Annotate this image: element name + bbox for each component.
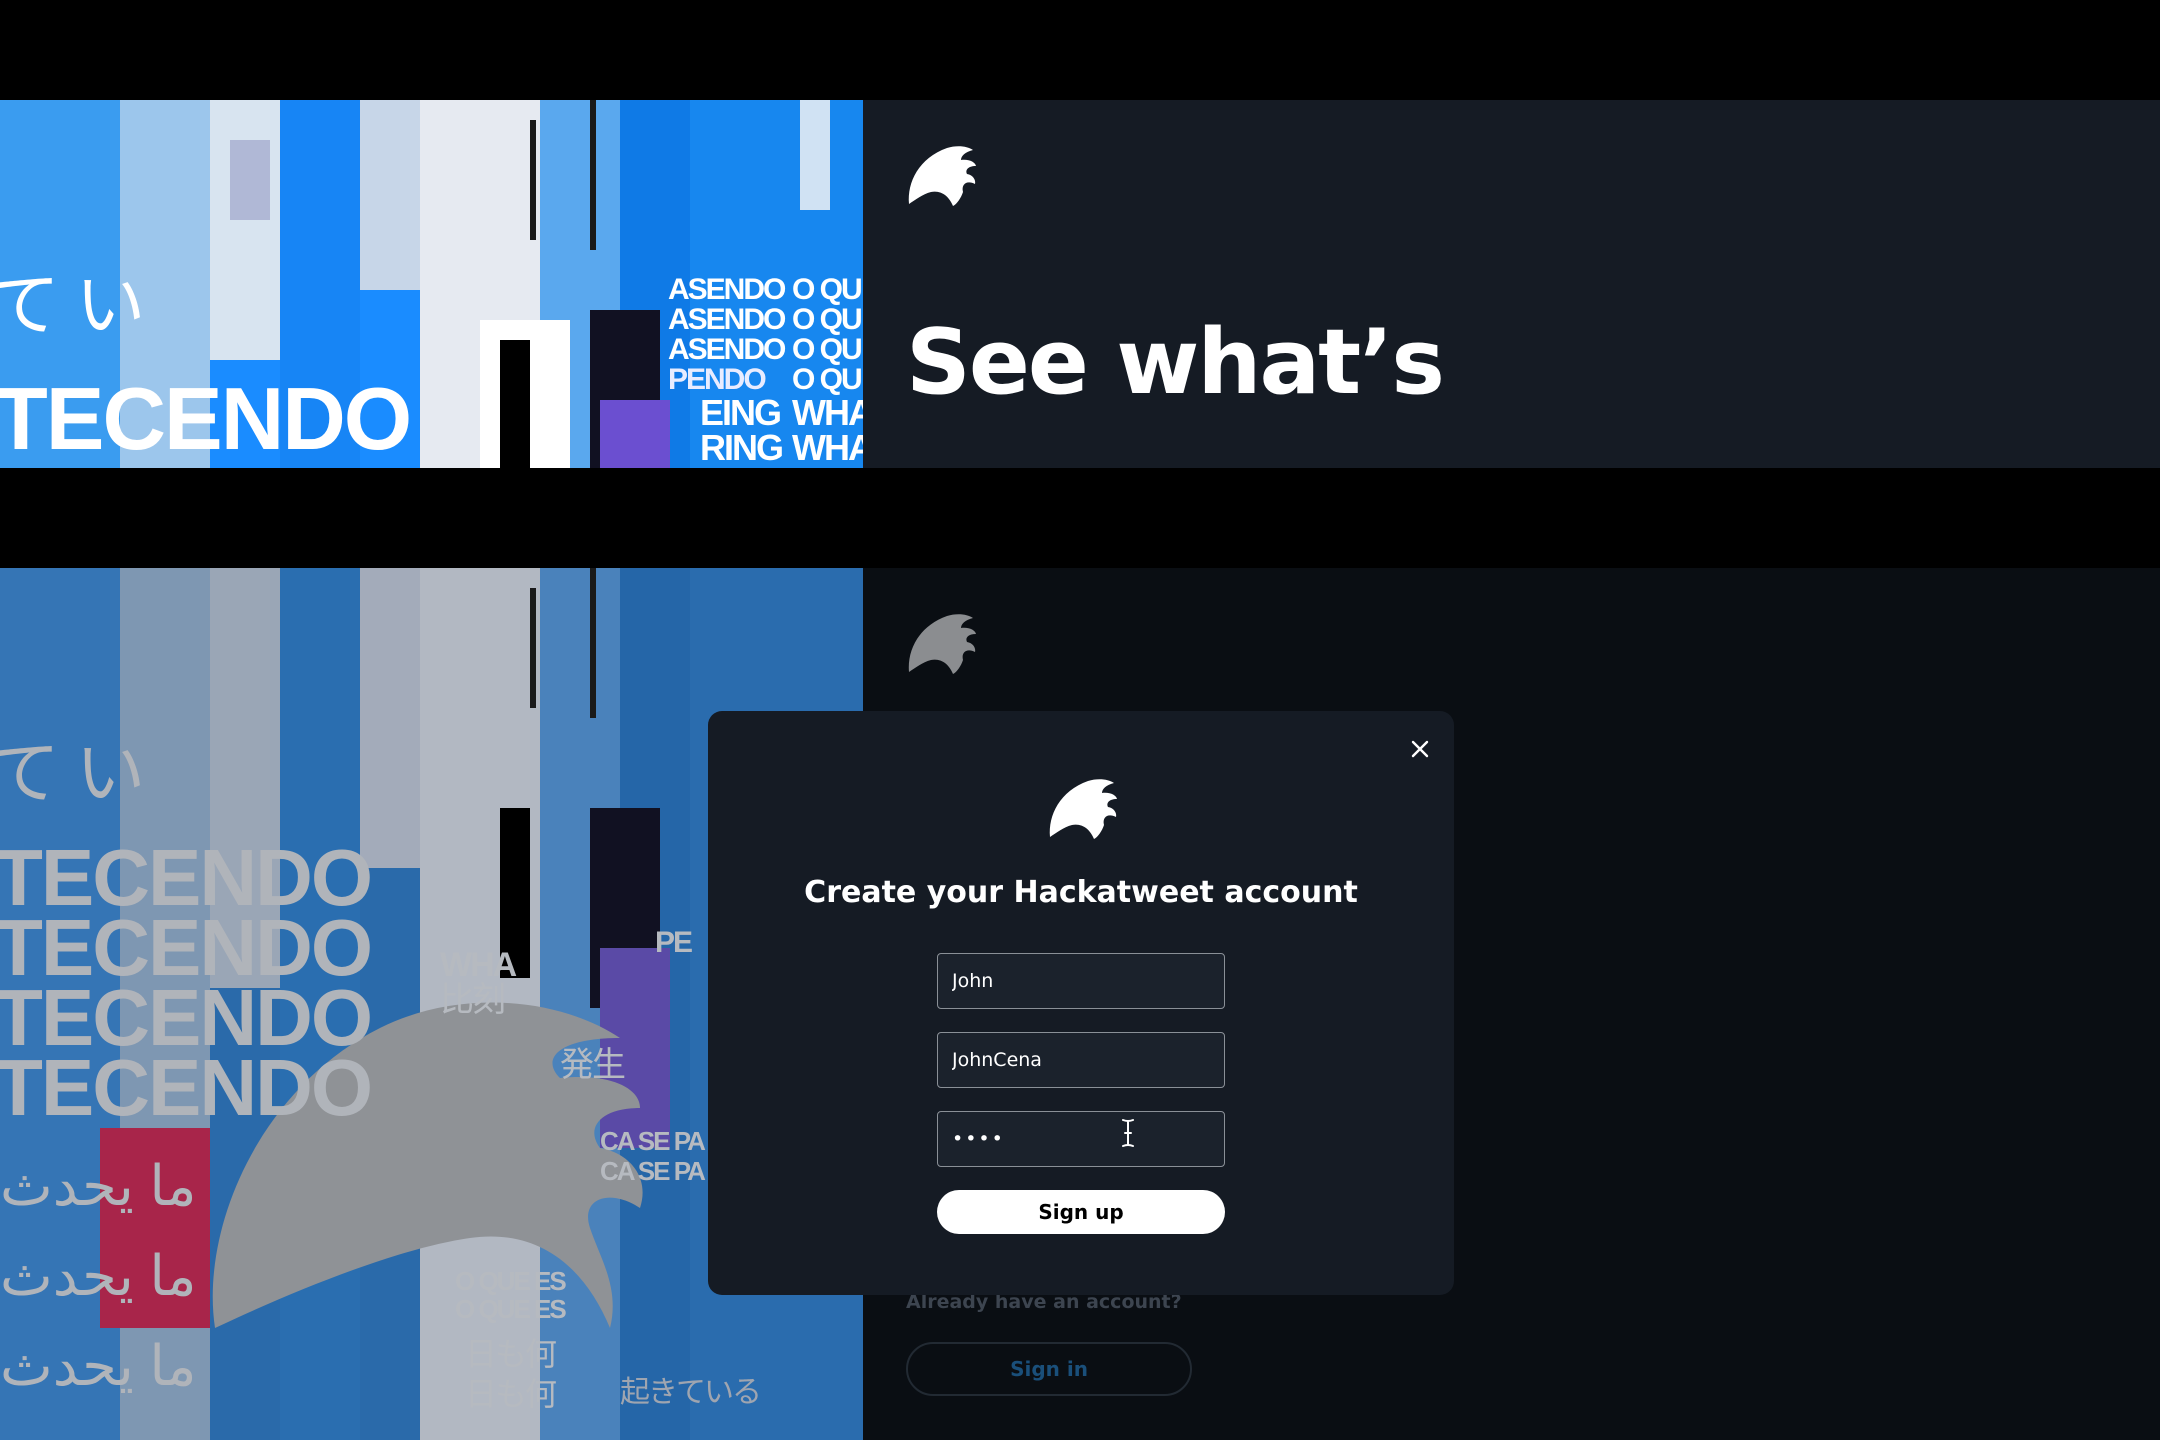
art-text: ASENDO	[668, 273, 786, 306]
close-icon[interactable]	[1405, 734, 1435, 764]
signup-modal: Create your Hackatweet account Sign up	[708, 711, 1454, 1295]
art-text: O QU	[792, 363, 863, 396]
username-field[interactable]	[937, 1032, 1225, 1088]
art-text: EING	[700, 392, 782, 433]
hero-heading: See what’s	[906, 310, 1445, 415]
art-text: O QU	[792, 303, 863, 336]
text-cursor-icon	[1122, 1119, 1134, 1147]
art-text: ASENDO	[668, 333, 786, 366]
art-text: PENDO	[668, 363, 767, 396]
sign-in-button[interactable]: Sign in	[906, 1342, 1192, 1396]
art-text: 起きている	[620, 1376, 762, 1409]
art-text: ASENDO	[668, 303, 786, 336]
art-text: ما يحدث	[0, 1154, 198, 1217]
art-text: CA SE PA	[600, 1156, 706, 1186]
art-text: PE	[655, 926, 693, 959]
art-text: TECENDO	[0, 1043, 373, 1132]
art-text: て い	[0, 734, 145, 812]
art-text: O QU	[792, 273, 863, 306]
art-text: CA SE PA	[600, 1126, 706, 1156]
art-text: WHA	[440, 946, 517, 984]
art-text: O QUE ES	[455, 1266, 567, 1296]
art-text: ما يحدث	[0, 1334, 198, 1397]
sign-up-button[interactable]: Sign up	[937, 1190, 1225, 1234]
landing-panel-top: TECENDO て い ASENDO ASENDO ASENDO PENDO E…	[0, 100, 2160, 468]
art-text: ما يحدث	[0, 1244, 198, 1307]
art-text: WHA	[792, 392, 863, 433]
modal-title: Create your Hackatweet account	[804, 875, 1358, 910]
art-text: て い	[0, 266, 145, 344]
art-text: 比刻	[440, 981, 506, 1019]
background-art: TECENDO て い ASENDO ASENDO ASENDO PENDO E…	[0, 100, 863, 468]
art-text: 日も何	[465, 1336, 557, 1372]
art-text: O QU	[792, 333, 863, 366]
password-field[interactable]	[937, 1111, 1225, 1167]
art-text: RING	[700, 427, 784, 468]
art-text: 日も何	[465, 1376, 557, 1412]
art-text: O QUE ES	[455, 1294, 567, 1324]
art-text: TECENDO	[0, 369, 412, 468]
art-text: 発生	[560, 1046, 626, 1084]
feather-bird-logo-icon	[908, 614, 976, 674]
name-field[interactable]	[937, 953, 1225, 1009]
feather-bird-logo-icon	[1049, 779, 1117, 839]
feather-bird-logo-icon	[908, 146, 976, 206]
art-text: WHA	[792, 427, 863, 468]
